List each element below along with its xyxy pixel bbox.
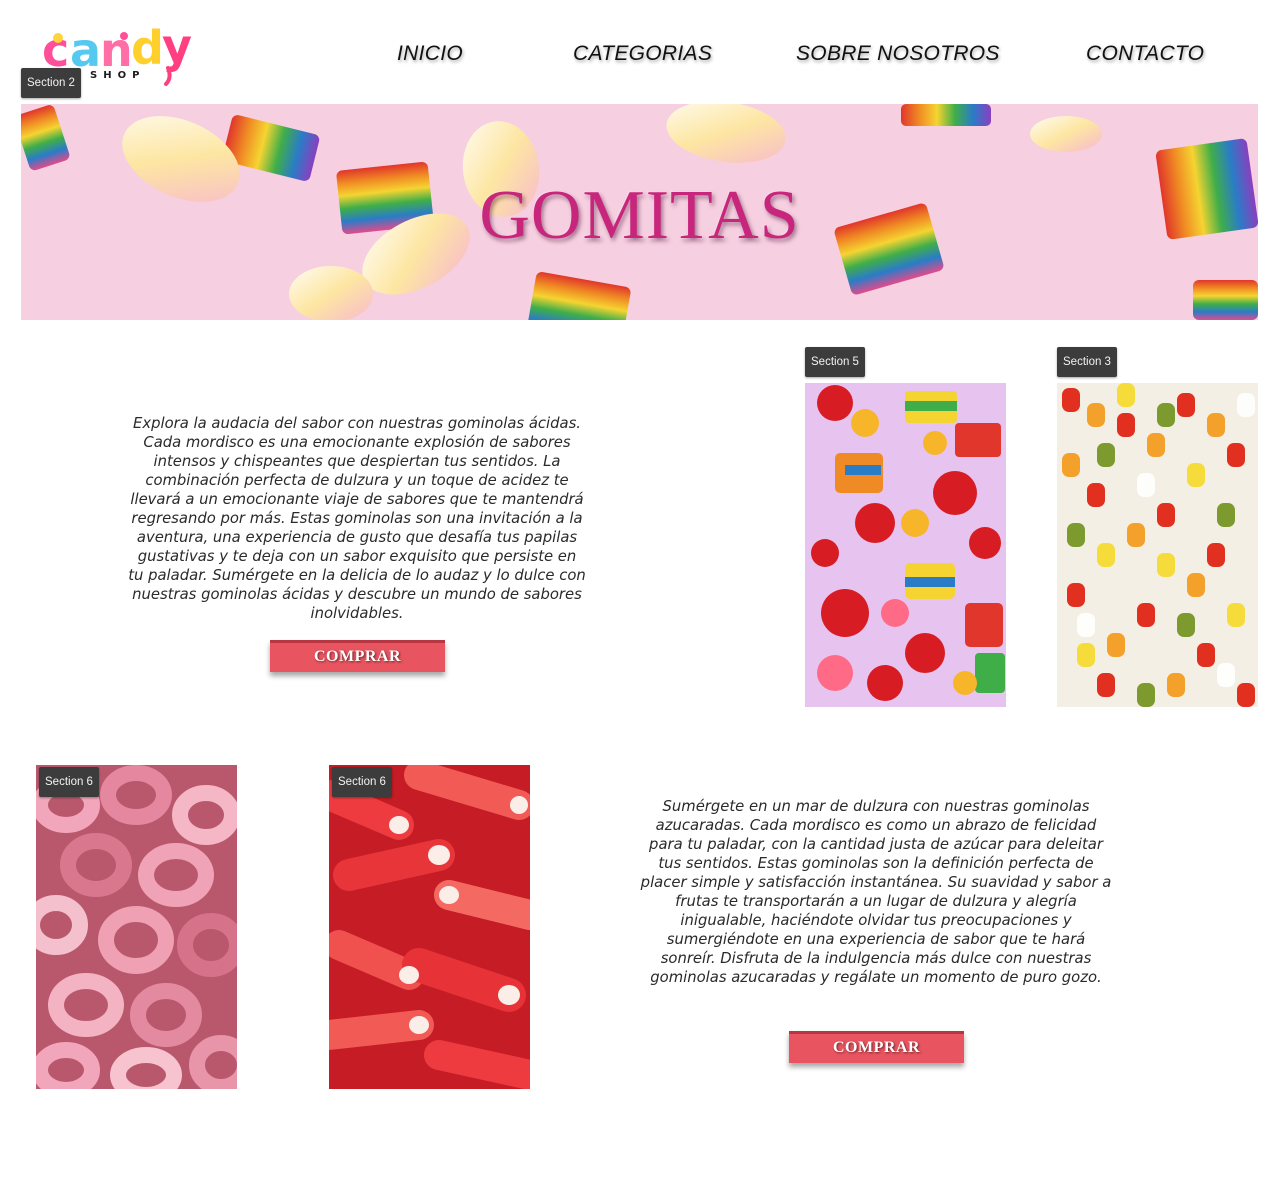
- section-tag-straws: Section 6: [332, 767, 392, 797]
- sugar-straws-image: [329, 765, 530, 1089]
- comprar-azucaradas-button[interactable]: COMPRAR: [789, 1031, 964, 1063]
- section-tag-rings: Section 6: [39, 767, 99, 797]
- photo-sugar-straws[interactable]: [329, 765, 530, 1089]
- photo-gummy-bears[interactable]: [1057, 383, 1258, 707]
- nav-sobre-nosotros[interactable]: SOBRE NOSOTROS: [796, 42, 1000, 66]
- sugar-rings-image: [36, 765, 237, 1089]
- nav-categorias[interactable]: CATEGORIAS: [573, 42, 712, 66]
- main-nav: INICIO CATEGORIAS SOBRE NOSOTROS CONTACT…: [0, 42, 1280, 74]
- section-tag-gummies-mix: Section 5: [805, 347, 865, 377]
- hero-banner: GOMITAS: [21, 104, 1258, 320]
- nav-inicio[interactable]: INICIO: [397, 42, 463, 66]
- photo-sour-gummies[interactable]: [805, 383, 1006, 707]
- acidas-description: Explora la audacia del sabor con nuestra…: [128, 415, 586, 622]
- section-tag-gummy-bears: Section 3: [1057, 347, 1117, 377]
- nav-contacto[interactable]: CONTACTO: [1086, 42, 1204, 66]
- azucaradas-description: Sumérgete en un mar de dulzura con nuest…: [640, 798, 1112, 986]
- hero-title: GOMITAS: [479, 177, 800, 254]
- photo-sugar-rings[interactable]: [36, 765, 237, 1089]
- section-tag-header: Section 2: [21, 68, 81, 98]
- gummy-bears-image: [1057, 383, 1258, 707]
- sour-gummies-image: [805, 383, 1006, 707]
- comprar-acidas-button[interactable]: COMPRAR: [270, 640, 445, 672]
